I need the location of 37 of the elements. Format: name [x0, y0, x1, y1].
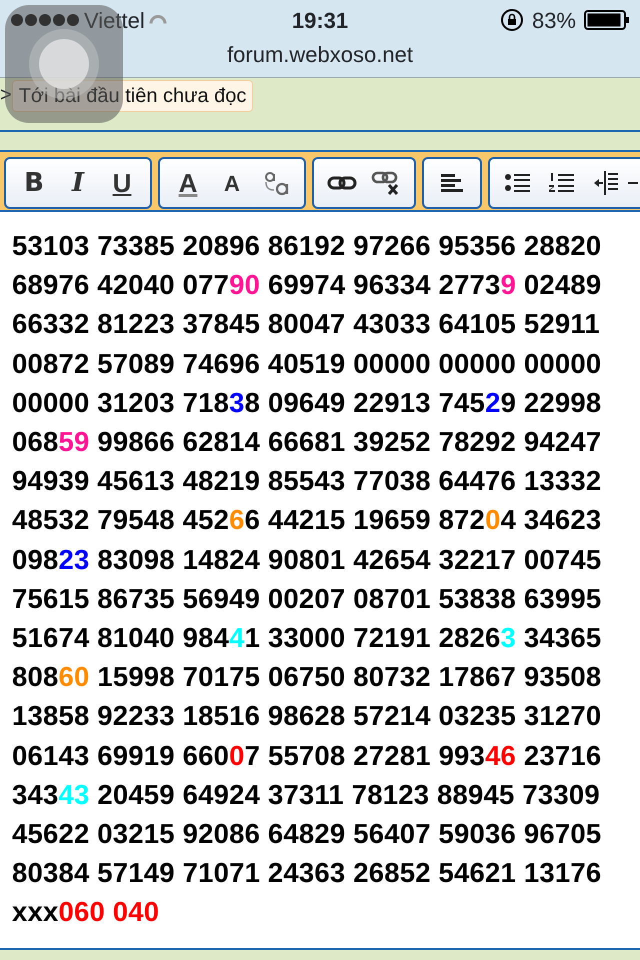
numbered-list-icon — [548, 172, 576, 194]
number-line: 48532 79548 45266 44215 19659 87204 34623 — [12, 503, 602, 538]
editor-area[interactable] — [0, 212, 640, 950]
text-color-button[interactable]: A — [166, 161, 210, 205]
url-text[interactable]: forum.webxoso.net — [0, 40, 640, 70]
align-left-icon — [439, 172, 465, 194]
number-line: 80384 57149 71071 24363 26852 54621 13176 — [12, 856, 602, 890]
underline-button[interactable]: U — [100, 161, 144, 205]
number-line: 94939 45613 48219 85543 77038 64476 13332 — [12, 464, 602, 498]
font-size-button[interactable]: A — [210, 161, 254, 205]
clock-time: 19:31 — [292, 6, 348, 34]
battery-icon — [584, 10, 630, 30]
rotation-lock-icon — [500, 8, 524, 32]
loading-icon — [148, 15, 167, 25]
number-line: 06859 99866 62814 66681 39252 78292 94247 — [12, 425, 602, 460]
number-line: 13858 92233 18516 98628 57214 03235 31270 — [12, 699, 602, 734]
battery-percent: 83% — [532, 6, 576, 34]
number-line: 51674 81040 98441 33000 72191 28263 34365 — [12, 621, 602, 656]
number-line: 75615 86735 56949 00207 08701 53838 63995 — [12, 582, 602, 616]
number-line: 68976 42040 07790 69974 96334 27739 02489 — [12, 268, 602, 302]
signal-icon — [10, 13, 80, 27]
number-line: 45622 03215 92086 64829 56407 59036 96705 — [12, 817, 602, 852]
italic-button[interactable]: I — [56, 161, 100, 205]
broken-link-icon — [371, 170, 401, 196]
number-line: 09823 83098 14824 90801 42654 32217 00745 — [12, 542, 602, 577]
number-line: 00872 57089 74696 40519 00000 00000 00000 — [12, 346, 602, 381]
number-line: 53103 73385 20896 86192 97266 95356 28820 — [12, 229, 602, 263]
bullet-list-icon — [504, 172, 532, 194]
number-line: xxx060 040 — [12, 895, 160, 930]
bold-button[interactable]: B — [12, 161, 56, 205]
number-line: 66332 81223 37845 80047 43033 64105 52911 — [12, 307, 601, 342]
outdent-icon — [592, 170, 620, 196]
number-line: 06143 69919 66007 55708 27281 99346 23716 — [12, 738, 602, 773]
number-line: 00000 31203 71838 09649 22913 74529 22998 — [12, 386, 602, 420]
number-line: 34343 20459 64924 37311 78123 88945 73309 — [12, 778, 601, 812]
first-unread-link[interactable]: Tới bài đầu tiên chưa đọc — [12, 80, 254, 112]
number-line: 80860 15998 70175 06750 80732 17867 93508 — [12, 660, 602, 694]
